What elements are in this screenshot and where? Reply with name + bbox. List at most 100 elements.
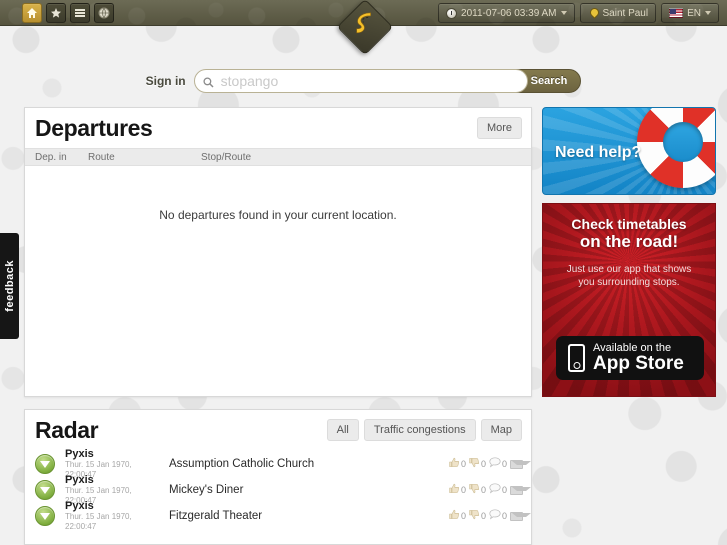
dislike-stat[interactable]: 0: [469, 455, 486, 473]
comment-bubble-icon: [489, 481, 501, 499]
arrow-down-icon: [40, 460, 50, 468]
life-ring-icon: [637, 108, 715, 188]
radar-timestamp: Thur. 15 Jan 1970, 22:00:47: [65, 511, 132, 531]
pin-icon: [588, 8, 599, 19]
radar-row[interactable]: Pyxis Thur. 15 Jan 1970, 22:00:47 Mickey's…: [25, 474, 531, 505]
departures-panel: Departures More Dep. in Route Stop/Route…: [24, 107, 532, 397]
logo-diamond: [336, 0, 394, 56]
sign-in-link[interactable]: Sign in: [146, 74, 186, 88]
search-row: Sign in Search: [0, 64, 727, 98]
phone-icon: [568, 344, 585, 372]
radar-username[interactable]: Pyxis: [65, 474, 157, 486]
column-header-dep-in: Dep. in: [35, 151, 67, 163]
home-icon: [26, 7, 38, 19]
dislike-count: 0: [480, 485, 486, 495]
radar-row[interactable]: Pyxis Thur. 15 Jan 1970, 22:00:47 Fitzgera…: [25, 500, 531, 532]
app-store-big-text: App Store: [593, 353, 684, 374]
message-icon[interactable]: [510, 459, 531, 469]
feedback-label: feedback: [3, 260, 16, 312]
comment-count: 0: [501, 459, 507, 469]
like-count: 0: [460, 511, 466, 521]
dislike-stat[interactable]: 0: [469, 481, 486, 499]
radar-username[interactable]: Pyxis: [65, 448, 157, 460]
thumbs-down-icon: [469, 481, 480, 499]
column-header-route: Route: [88, 151, 115, 163]
radar-place-name[interactable]: Mickey's Diner: [157, 484, 449, 496]
message-icon[interactable]: [510, 511, 531, 521]
comment-stat[interactable]: 0: [489, 507, 507, 525]
clock-selector[interactable]: 2011-07-06 03:39 AM: [438, 3, 575, 23]
radar-user-block: Pyxis Thur. 15 Jan 1970, 22:00:47: [55, 500, 157, 532]
radar-place-name[interactable]: Assumption Catholic Church: [157, 458, 449, 470]
departures-empty-message: No departures found in your current loca…: [159, 208, 397, 222]
like-stat[interactable]: 0: [449, 507, 466, 525]
thumbs-down-icon: [469, 455, 480, 473]
globe-icon: [98, 7, 110, 19]
radar-list: Pyxis Thur. 15 Jan 1970, 22:00:47 Assumpti…: [25, 448, 531, 532]
more-button[interactable]: More: [476, 116, 522, 140]
favorites-button[interactable]: [46, 3, 66, 23]
location-label: Saint Paul: [602, 7, 649, 19]
clock-icon: [446, 7, 458, 19]
search-field-wrap: [193, 69, 528, 93]
radar-filters: All Traffic congestions Map: [326, 418, 522, 442]
comment-count: 0: [501, 511, 507, 521]
flag-icon: [669, 8, 684, 18]
ad-app-store[interactable]: Check timetables on the road! Just use o…: [542, 203, 716, 397]
ad-need-help-label: Need help?: [555, 144, 642, 161]
radar-stats: 0 0 0: [449, 455, 531, 473]
radar-filter-map[interactable]: Map: [480, 418, 522, 442]
radar-vote-down-badge[interactable]: [35, 454, 55, 474]
dislike-stat[interactable]: 0: [469, 507, 486, 525]
ad-app-line1: Check timetables: [571, 216, 687, 232]
thumbs-down-icon: [469, 507, 480, 525]
comment-bubble-icon: [489, 455, 501, 473]
location-selector[interactable]: Saint Paul: [579, 3, 657, 23]
toolbar-right-group: 2011-07-06 03:39 AM Saint Paul EN: [438, 3, 719, 23]
comment-bubble-icon: [489, 507, 501, 525]
logo-road-icon: [352, 12, 378, 43]
radar-panel: Radar All Traffic congestions Map Pyxis T…: [24, 409, 532, 545]
menu-icon: [74, 7, 86, 19]
radar-vote-down-badge[interactable]: [35, 506, 55, 526]
chevron-down-icon: [560, 11, 567, 15]
ad-app-line2: on the road!: [579, 232, 679, 251]
radar-place-name[interactable]: Fitzgerald Theater: [157, 510, 449, 522]
radar-header: Radar All Traffic congestions Map: [25, 410, 531, 450]
thumbs-up-icon: [449, 481, 460, 499]
comment-stat[interactable]: 0: [489, 455, 507, 473]
menu-button[interactable]: [70, 3, 90, 23]
ad-need-help[interactable]: Need help?: [542, 107, 716, 195]
language-selector[interactable]: EN: [661, 3, 719, 23]
app-store-text: Available on the App Store: [593, 342, 684, 374]
app-store-badge[interactable]: Available on the App Store: [556, 336, 704, 380]
globe-button[interactable]: [94, 3, 114, 23]
radar-stats: 0 0 0: [449, 507, 531, 525]
feedback-tab[interactable]: feedback: [0, 233, 19, 339]
message-icon[interactable]: [510, 485, 531, 495]
chevron-down-icon: [705, 11, 711, 15]
thumbs-up-icon: [449, 507, 460, 525]
home-icon-button[interactable]: [22, 3, 42, 23]
radar-row[interactable]: Pyxis Thur. 15 Jan 1970, 22:00:47 Assumpti…: [25, 448, 531, 479]
site-logo[interactable]: [336, 0, 394, 56]
arrow-down-icon: [40, 486, 50, 494]
like-stat[interactable]: 0: [449, 481, 466, 499]
comment-count: 0: [501, 485, 507, 495]
search-input[interactable]: [193, 69, 528, 93]
radar-filter-traffic[interactable]: Traffic congestions: [363, 418, 476, 442]
arrow-down-icon: [40, 512, 50, 520]
departures-header: Departures More: [25, 108, 531, 148]
like-count: 0: [460, 459, 466, 469]
page-title: Departures: [35, 114, 153, 141]
radar-title: Radar: [35, 416, 99, 443]
radar-filter-all[interactable]: All: [326, 418, 359, 442]
ad-app-subtext: Just use our app that shows you surround…: [566, 264, 692, 288]
language-label: EN: [687, 7, 701, 19]
radar-vote-down-badge[interactable]: [35, 480, 55, 500]
comment-stat[interactable]: 0: [489, 481, 507, 499]
radar-username[interactable]: Pyxis: [65, 500, 157, 512]
star-icon: [50, 7, 62, 19]
departures-actions: More: [476, 116, 522, 140]
like-stat[interactable]: 0: [449, 455, 466, 473]
